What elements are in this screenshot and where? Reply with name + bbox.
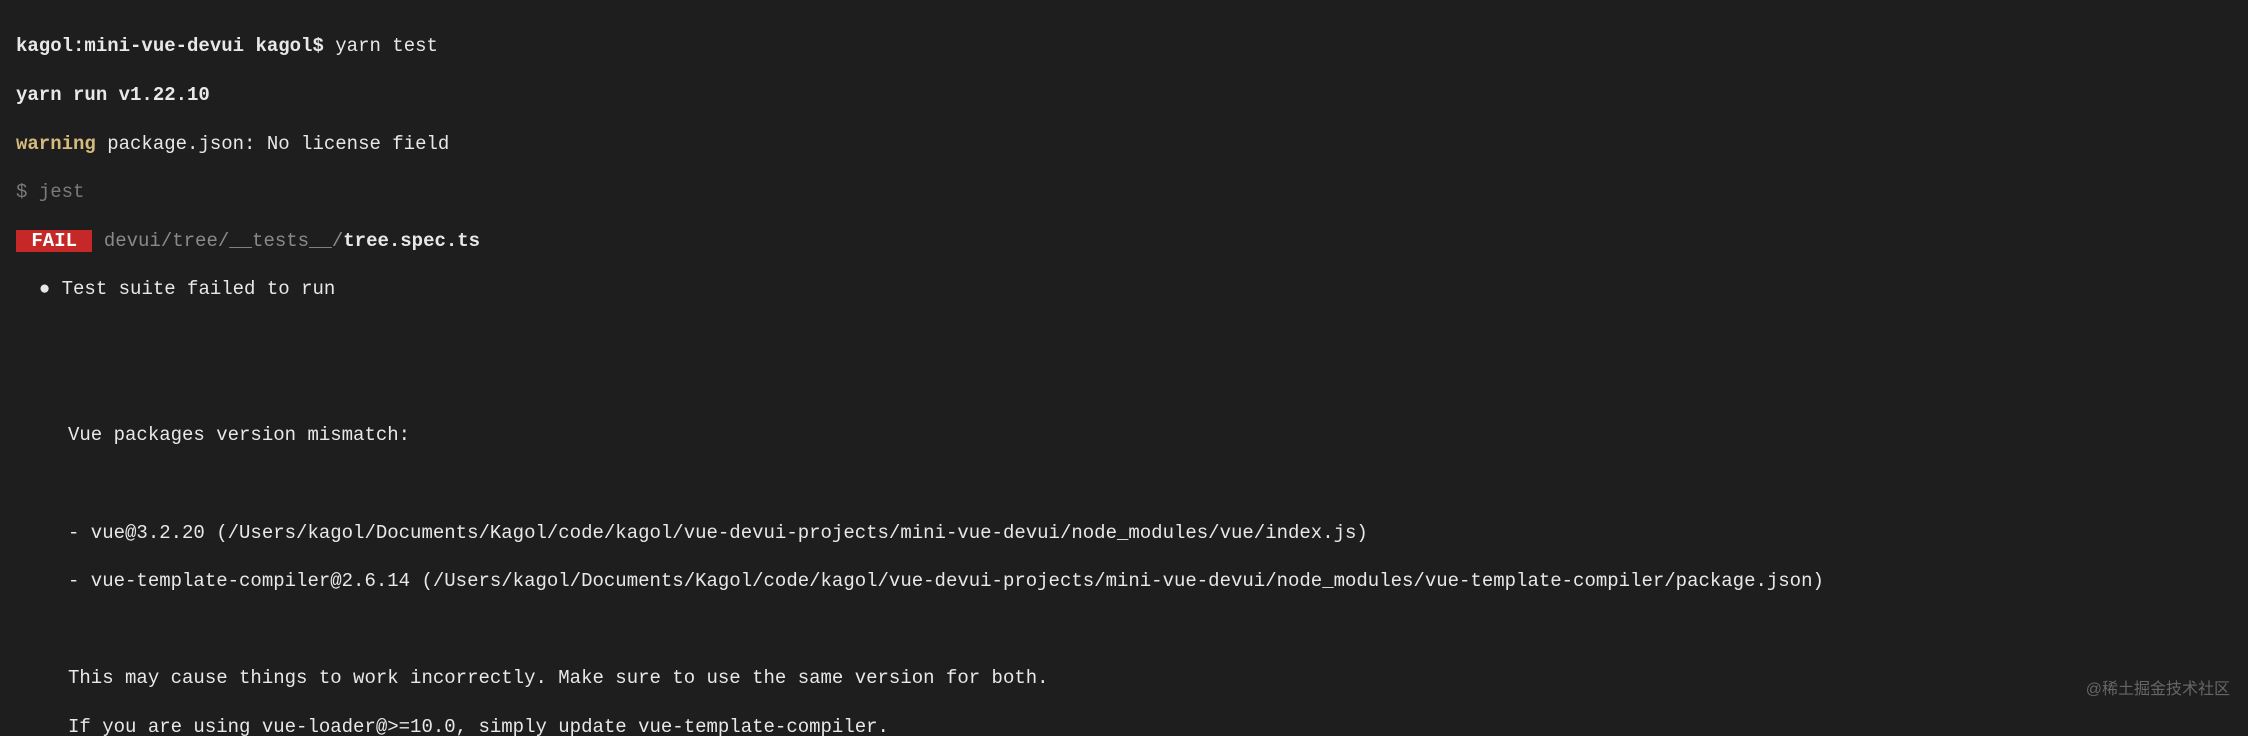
fail-dir: devui/tree/__tests__/ (92, 230, 343, 252)
error-note-1: This may cause things to work incorrectl… (16, 666, 1049, 690)
fail-file: tree.spec.ts (343, 230, 480, 252)
yarn-run-line: yarn run v1.22.10 (16, 83, 2232, 107)
fail-badge: FAIL (16, 230, 92, 252)
suite-failed-text: Test suite failed to run (62, 278, 336, 300)
error-pkg-2: - vue-template-compiler@2.6.14 (/Users/k… (16, 569, 1824, 593)
prompt-user: kagol$ (255, 35, 323, 57)
jest-invocation: $ jest (16, 180, 2232, 204)
warning-label: warning (16, 133, 96, 155)
prompt-line[interactable]: kagol:mini-vue-devui kagol$ yarn test (16, 34, 2232, 58)
bullet-icon: ● (39, 278, 50, 300)
watermark-text: @稀土掘金技术社区 (2086, 680, 2230, 700)
error-note-2: If you are using vue-loader@>=10.0, simp… (16, 715, 889, 736)
prompt-host: kagol:mini-vue-devui (16, 35, 244, 57)
suite-failed-line: ● Test suite failed to run (16, 277, 2232, 301)
warning-text: package.json: No license field (96, 133, 449, 155)
error-pkg-1: - vue@3.2.20 (/Users/kagol/Documents/Kag… (16, 521, 1368, 545)
terminal-output: kagol:mini-vue-devui kagol$ yarn test ya… (0, 0, 2248, 736)
fail-line: FAIL devui/tree/__tests__/tree.spec.ts (16, 229, 2232, 253)
prompt-command: yarn test (335, 35, 438, 57)
yarn-warning-line: warning package.json: No license field (16, 132, 2232, 156)
error-header: Vue packages version mismatch: (16, 423, 410, 447)
